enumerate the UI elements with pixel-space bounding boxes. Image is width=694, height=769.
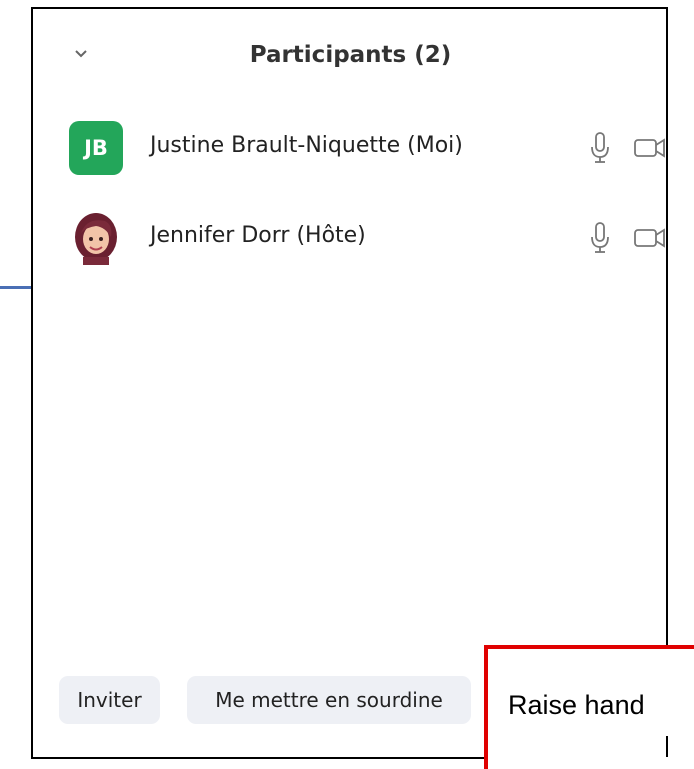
participant-name: Justine Brault-Niquette (Moi) <box>150 133 463 158</box>
page-title: Participants (2) <box>249 42 452 68</box>
video-camera-icon[interactable] <box>633 135 668 161</box>
mute-button-label: Me mettre en sourdine <box>215 688 443 712</box>
raise-hand-button[interactable]: Raise hand <box>508 690 645 721</box>
participant-row[interactable]: Jennifer Dorr (Hôte) <box>33 203 668 273</box>
mute-button[interactable]: Me mettre en sourdine <box>187 676 471 724</box>
microphone-icon[interactable] <box>588 131 612 165</box>
avatar: JB <box>69 121 123 175</box>
invite-button-label: Inviter <box>77 688 142 712</box>
microphone-icon[interactable] <box>588 221 612 255</box>
avatar-initials: JB <box>84 136 108 160</box>
participant-row[interactable]: JB Justine Brault-Niquette (Moi) <box>33 113 668 183</box>
invite-button[interactable]: Inviter <box>59 676 160 724</box>
panel-border-fragment <box>666 736 668 757</box>
participant-name: Jennifer Dorr (Hôte) <box>150 223 366 248</box>
video-camera-icon[interactable] <box>633 225 668 251</box>
avatar-image <box>69 211 123 265</box>
panel-border-bottom <box>31 757 490 759</box>
panel-header: Participants (2) <box>33 10 668 90</box>
connector-line <box>0 286 31 289</box>
avatar <box>69 211 123 265</box>
